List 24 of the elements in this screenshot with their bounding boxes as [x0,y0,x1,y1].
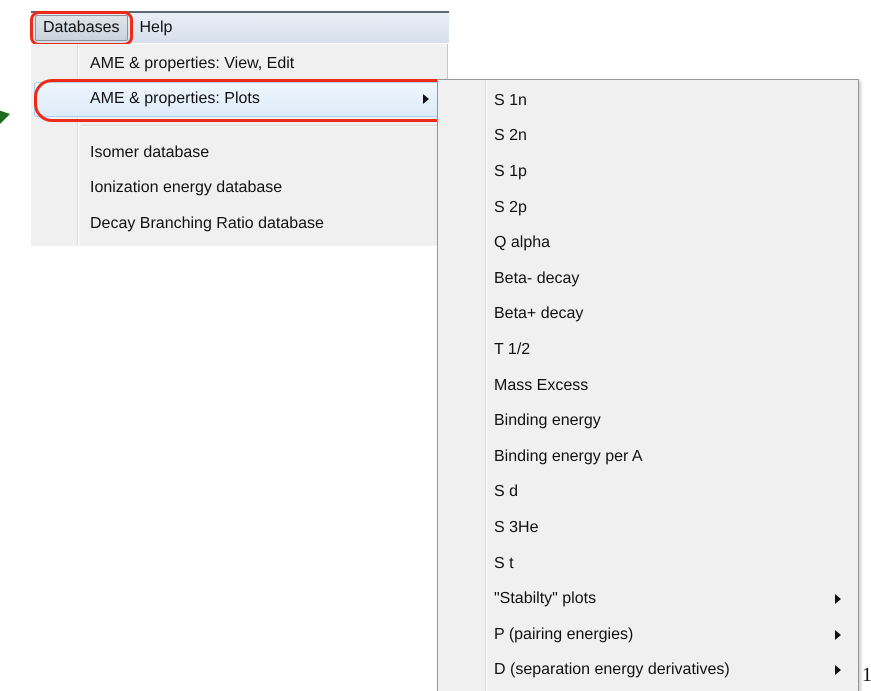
menu-item[interactable]: S 2p [441,190,855,226]
menu-bar-item[interactable]: Help [132,15,180,41]
menu-item[interactable]: Mass Excess [441,368,855,404]
menu-item[interactable]: S 1n [441,83,855,119]
menu-item[interactable]: Q alpha [441,225,855,261]
menu-item[interactable]: AME & properties: View, Edit [34,46,444,82]
menu-item[interactable]: Binding energy per A [441,438,855,475]
menu-item[interactable]: "Stabilty" plots [441,581,855,617]
edge-text: 1 [862,664,871,687]
menu-item[interactable]: D (separation energy derivatives) [441,652,855,688]
menu-item[interactable]: S 2n [441,118,855,154]
menu-item[interactable]: S t [441,546,855,582]
menu-item[interactable]: P (pairing energies) [441,616,855,652]
menu-item[interactable]: S 1p [441,154,855,190]
submenu-arrow-icon [423,94,429,104]
menu-item[interactable]: T 1/2 [441,332,855,368]
submenu-arrow-icon [835,630,841,640]
menu-item[interactable]: S d [441,474,855,510]
submenu-arrow-icon [835,594,841,604]
submenu-arrow-icon [835,665,841,676]
menu-item[interactable]: Beta+ decay [441,296,855,332]
menu-item[interactable]: Beta- decay [441,260,855,297]
menu-item[interactable]: S 3He [441,510,855,546]
menu-item[interactable]: Binding energy [441,403,855,439]
